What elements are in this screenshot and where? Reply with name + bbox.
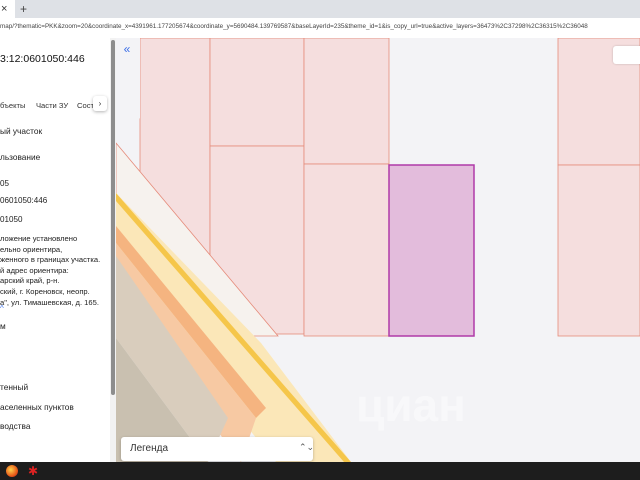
parcel[interactable] <box>303 163 390 337</box>
field-category-value: аселенных пунктов <box>0 402 74 412</box>
browser-tab[interactable]: × <box>0 0 15 18</box>
app-icon[interactable]: ✱ <box>28 464 38 478</box>
address-line: ельно ориентира, <box>0 244 63 254</box>
info-tabs: бъекты Части ЗУ Соста › <box>0 96 116 116</box>
address-line: женного в границах участка. <box>0 255 101 265</box>
parcel[interactable] <box>209 38 305 147</box>
watermark: циан <box>356 379 466 431</box>
field-quarter-value: 01050 <box>0 215 23 224</box>
parcel[interactable] <box>303 38 390 165</box>
tab-parts[interactable]: Части ЗУ <box>36 101 68 110</box>
field-status-value: тенный <box>0 382 29 392</box>
address-line: й адрес ориентира: <box>0 265 69 275</box>
legend-dropdown[interactable]: Легенда ⌃⌄ <box>121 437 315 461</box>
new-tab-button[interactable]: + <box>20 2 27 16</box>
map-control-box[interactable] <box>613 46 640 64</box>
os-taskbar: ✱ <box>0 462 640 480</box>
close-tab-icon[interactable]: × <box>1 2 7 16</box>
address-bar[interactable]: map/?thematic=PKK&zoom=20&coordinate_x=4… <box>0 18 640 39</box>
cadastral-number-title: 3:12:0601050:446 <box>0 53 85 65</box>
field-05-value: 05 <box>0 179 10 188</box>
field-purpose-value: водства <box>0 421 31 431</box>
address-line: арский край, р-н. <box>0 276 60 286</box>
field-number-value: 0601050:446 <box>0 196 48 205</box>
browser-app-icon[interactable] <box>6 465 18 477</box>
collapse-address-icon[interactable]: ^ <box>0 304 4 313</box>
parcel-info-sidebar: 3:12:0601050:446 бъекты Части ЗУ Соста ›… <box>0 38 116 462</box>
double-chevron-left-icon: « <box>123 42 131 56</box>
tab-objects[interactable]: бъекты <box>0 101 25 110</box>
parcel[interactable] <box>557 164 640 337</box>
address-line: а", ул. Тимашевская, д. 165. <box>0 297 99 307</box>
chevron-right-icon: › <box>98 99 102 108</box>
selected-parcel[interactable] <box>388 164 475 337</box>
browser-tab-bar: × + <box>0 0 640 18</box>
legend-label: Легенда <box>130 443 169 454</box>
field-type-value: ый участок <box>0 126 43 136</box>
field-usage-value: льзование <box>0 152 41 162</box>
field-m-value: м <box>0 321 6 331</box>
address-line: ложение установлено <box>0 234 78 243</box>
scrollbar-thumb[interactable] <box>111 40 115 395</box>
cadastral-map[interactable]: « циан Легенда ⌃⌄ <box>116 38 640 462</box>
chevron-updown-icon: ⌃⌄ <box>299 442 315 452</box>
url-text[interactable]: map/?thematic=PKK&zoom=20&coordinate_x=4… <box>0 23 588 30</box>
tabs-next-button[interactable]: › <box>93 96 107 111</box>
collapse-sidebar-button[interactable]: « <box>119 42 135 58</box>
address-line: ский, г. Кореновск, неопр. <box>0 287 90 296</box>
